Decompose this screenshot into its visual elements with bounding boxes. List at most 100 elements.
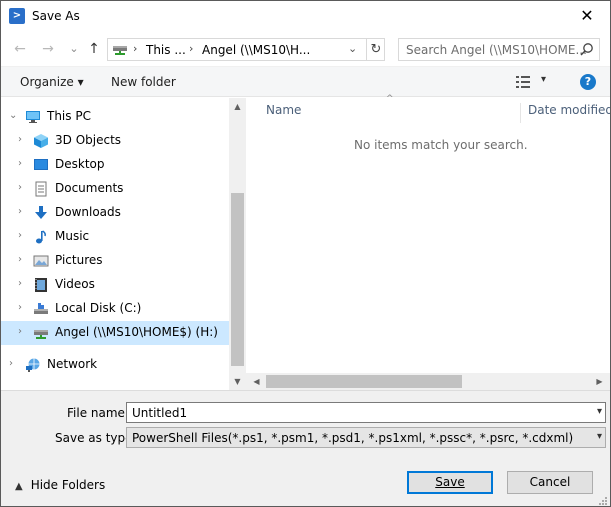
tree-item-angel-network-drive[interactable]: › Angel (\\MS10\HOME$) (H:): [1, 321, 229, 345]
tree-item-network[interactable]: › Network: [1, 353, 229, 377]
chevron-right-icon[interactable]: ›: [18, 206, 22, 217]
view-dropdown-icon[interactable]: ▾: [541, 74, 546, 85]
chevron-right-icon[interactable]: ›: [18, 302, 22, 313]
title-bar: > Save As ✕: [1, 1, 610, 32]
videos-icon: [35, 278, 47, 292]
scroll-down-arrow-icon[interactable]: ▼: [229, 373, 246, 390]
save-as-type-select[interactable]: PowerShell Files(*.ps1, *.psm1, *.psd1, …: [126, 427, 606, 448]
address-bar[interactable]: › This ... › Angel (\\MS10\H... ⌄ ↻: [107, 38, 385, 61]
help-icon[interactable]: ?: [580, 74, 596, 90]
chevron-right-icon[interactable]: ›: [18, 326, 22, 337]
forward-button[interactable]: →: [39, 40, 57, 58]
tree-label: This PC: [47, 109, 91, 123]
cancel-button-label: Cancel: [529, 475, 571, 489]
file-name-field[interactable]: Untitled1 ▾: [126, 402, 606, 423]
documents-icon: [35, 181, 47, 197]
network-icon: [26, 358, 40, 372]
tree-item-downloads[interactable]: › Downloads: [1, 201, 229, 225]
new-folder-button[interactable]: New folder: [111, 75, 176, 89]
tree-item-documents[interactable]: › Documents: [1, 177, 229, 201]
hide-folders-label: Hide Folders: [30, 478, 106, 492]
chevron-right-icon[interactable]: ›: [18, 230, 22, 241]
command-bar: Organize ▾ New folder ▾ ?: [1, 66, 610, 97]
recent-locations-button[interactable]: ⌄: [65, 40, 83, 58]
organize-button[interactable]: Organize ▾: [20, 75, 84, 89]
network-drive-icon: [113, 46, 127, 55]
desktop-icon: [34, 159, 48, 170]
column-header-date-modified[interactable]: Date modified: [520, 103, 610, 123]
chevron-right-icon[interactable]: ›: [9, 358, 13, 369]
scrollbar-thumb[interactable]: [266, 375, 462, 388]
tree-label: Music: [55, 229, 90, 243]
window-title: Save As: [32, 9, 80, 23]
chevron-down-icon[interactable]: ▾: [597, 406, 602, 417]
tree-label: Angel (\\MS10\HOME$) (H:): [55, 325, 218, 339]
tree-label: Documents: [55, 181, 124, 195]
network-drive-icon: [34, 330, 48, 339]
empty-message: No items match your search.: [354, 138, 528, 152]
downloads-icon: [35, 206, 47, 219]
navigation-scrollbar[interactable]: ▲ ▼: [229, 98, 246, 390]
tree-label: 3D Objects: [55, 133, 122, 147]
search-placeholder: Search Angel (\\MS10\HOME...: [406, 43, 587, 57]
chevron-down-icon[interactable]: ⌄: [9, 110, 17, 121]
save-button[interactable]: Save: [407, 471, 493, 494]
navigation-pane: ⌄ This PC › 3D Objects › Desktop › Docum…: [1, 98, 229, 390]
tree-label: Local Disk (C:): [55, 301, 142, 315]
address-dropdown-icon[interactable]: ⌄: [348, 42, 357, 55]
save-as-type-value: PowerShell Files(*.ps1, *.psm1, *.psd1, …: [132, 431, 574, 445]
scrollbar-thumb[interactable]: [231, 193, 244, 366]
chevron-right-icon[interactable]: ›: [18, 134, 22, 145]
chevron-right-icon[interactable]: ›: [18, 182, 22, 193]
address-segment-angel[interactable]: Angel (\\MS10\H...: [202, 43, 310, 57]
scroll-up-arrow-icon[interactable]: ▲: [229, 98, 246, 115]
tree-label: Desktop: [55, 157, 105, 171]
cancel-button[interactable]: Cancel: [507, 471, 593, 494]
address-separator[interactable]: ›: [189, 42, 193, 55]
scroll-right-arrow-icon[interactable]: ▶: [591, 373, 608, 390]
tree-label: Network: [47, 357, 98, 371]
tree-item-videos[interactable]: › Videos: [1, 273, 229, 297]
file-name-value: Untitled1: [132, 406, 188, 420]
address-separator[interactable]: ›: [133, 42, 137, 55]
chevron-down-icon[interactable]: ▾: [597, 431, 602, 442]
3d-objects-icon: [34, 134, 48, 148]
chevron-right-icon[interactable]: ›: [18, 254, 22, 265]
resize-grip-icon[interactable]: [598, 496, 608, 506]
sort-indicator-icon: ^: [386, 94, 394, 104]
tree-item-this-pc[interactable]: ⌄ This PC: [1, 105, 229, 129]
column-header-name[interactable]: Name: [266, 103, 301, 117]
close-button[interactable]: ✕: [564, 1, 610, 31]
view-options-icon[interactable]: [515, 75, 531, 89]
tree-item-3d-objects[interactable]: › 3D Objects: [1, 129, 229, 153]
tree-item-pictures[interactable]: › Pictures: [1, 249, 229, 273]
save-form: File name: Untitled1 ▾ Save as type: Pow…: [1, 390, 610, 506]
address-row: ← → ⌄ ↑ › This ... › Angel (\\MS10\H... …: [1, 32, 610, 66]
file-list: ^ Name Date modified No items match your…: [246, 94, 610, 390]
chevron-right-icon[interactable]: ›: [18, 158, 22, 169]
tree-item-desktop[interactable]: › Desktop: [1, 153, 229, 177]
hide-folders-button[interactable]: ▲ Hide Folders: [15, 478, 105, 492]
powershell-icon: >: [9, 8, 25, 24]
search-box[interactable]: Search Angel (\\MS10\HOME...: [398, 38, 600, 61]
up-button[interactable]: ↑: [85, 40, 103, 58]
refresh-button[interactable]: ↻: [366, 39, 385, 60]
horizontal-scrollbar[interactable]: ◀ ▶: [246, 373, 610, 390]
chevron-up-icon: ▲: [15, 481, 23, 492]
address-segment-this-pc[interactable]: This ...: [146, 43, 186, 57]
local-disk-icon: [34, 303, 48, 314]
back-button[interactable]: ←: [11, 40, 29, 58]
file-name-label: File name:: [67, 406, 129, 420]
music-icon: [36, 230, 46, 244]
tree-label: Videos: [55, 277, 95, 291]
save-as-type-label: Save as type:: [55, 431, 137, 445]
scroll-left-arrow-icon[interactable]: ◀: [248, 373, 265, 390]
save-button-label: Save: [435, 475, 465, 489]
this-pc-icon: [26, 111, 40, 123]
tree-item-local-disk[interactable]: › Local Disk (C:): [1, 297, 229, 321]
tree-label: Downloads: [55, 205, 121, 219]
tree-item-music[interactable]: › Music: [1, 225, 229, 249]
chevron-right-icon[interactable]: ›: [18, 278, 22, 289]
pictures-icon: [33, 255, 49, 267]
search-icon[interactable]: [579, 42, 594, 57]
